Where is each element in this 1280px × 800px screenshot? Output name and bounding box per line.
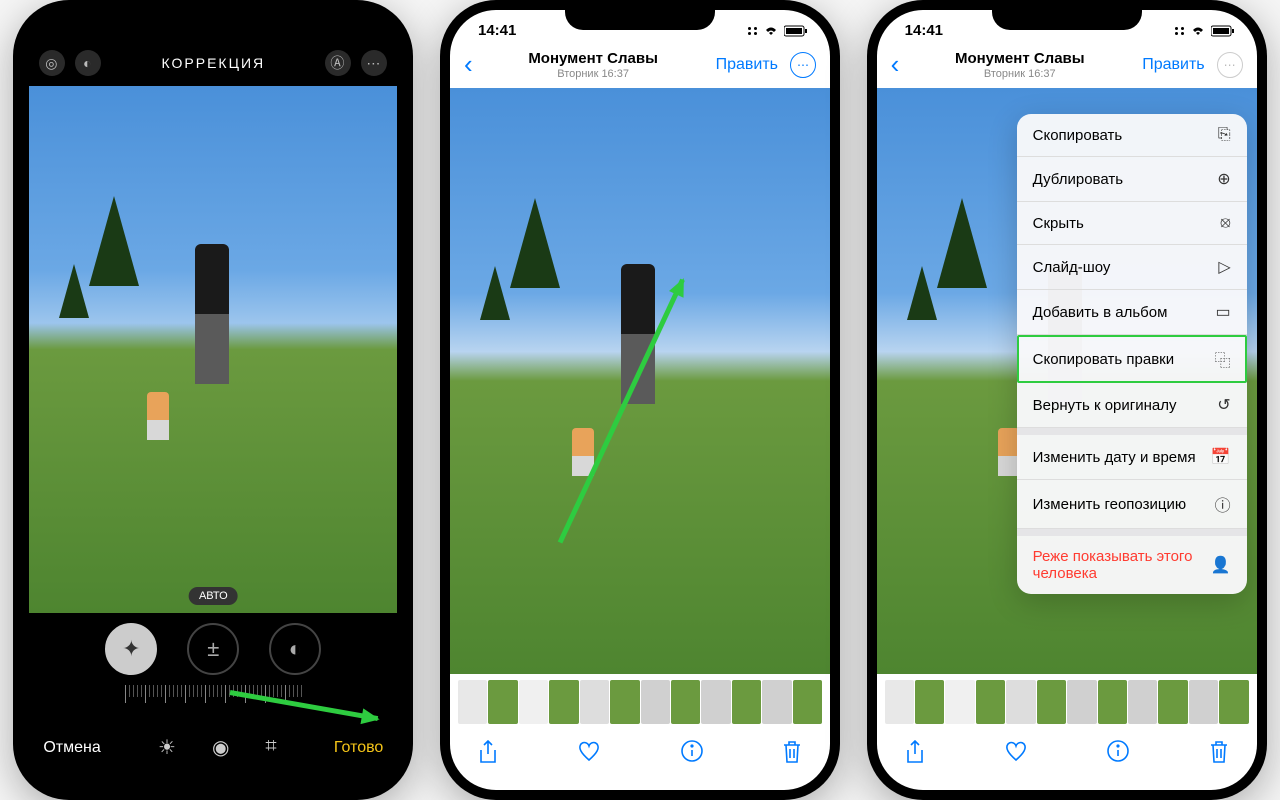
delete-icon[interactable] [1209, 740, 1229, 764]
more-icon[interactable]: ⋯ [361, 50, 387, 76]
copy-edits-icon: ⿻ [1215, 347, 1231, 371]
exposure-button[interactable]: ± [187, 623, 239, 675]
motion-icon[interactable]: ◐ [75, 50, 101, 76]
phone-viewer: 14:41 ‹ Монумент Славы Вторник 16:37 Пра… [440, 0, 840, 800]
share-icon[interactable] [905, 740, 925, 764]
auto-badge: АВТО [189, 587, 238, 605]
back-button[interactable]: ‹ [460, 49, 477, 80]
context-menu: Скопировать⎘ Дублировать⊕ Скрыть⦻ Слайд-… [1017, 114, 1247, 594]
status-time: 14:41 [905, 22, 943, 39]
menu-revert[interactable]: Вернуть к оригиналу↺ [1017, 383, 1247, 428]
filters-tab-icon[interactable]: ◉ [212, 735, 229, 760]
done-button[interactable]: Готово [334, 739, 383, 757]
menu-add-album[interactable]: Добавить в альбом▭ [1017, 290, 1247, 335]
editor-title: КОРРЕКЦИЯ [101, 55, 325, 71]
markup-icon[interactable]: Ⓐ [325, 50, 351, 76]
status-icons [1175, 25, 1235, 37]
info-icon[interactable] [681, 740, 703, 764]
phone-menu: 14:41 ‹ Монумент Славы Вторник 16:37 Пра… [867, 0, 1267, 800]
delete-icon[interactable] [782, 740, 802, 764]
menu-copy[interactable]: Скопировать⎘ [1017, 114, 1247, 157]
thumbnail-strip[interactable] [877, 674, 1257, 730]
info-icon: ⓘ [1215, 492, 1231, 516]
share-icon[interactable] [478, 740, 498, 764]
live-photo-icon[interactable]: ◎ [39, 50, 65, 76]
menu-hide[interactable]: Скрыть⦻ [1017, 202, 1247, 245]
edit-button[interactable]: Править [710, 56, 784, 74]
calendar-icon: 📅 [1211, 447, 1231, 467]
brilliance-button[interactable]: ◐ [269, 623, 321, 675]
crop-tab-icon[interactable]: ⌗ [265, 735, 276, 760]
status-time: 14:41 [478, 22, 516, 39]
copy-icon: ⎘ [1218, 126, 1231, 144]
more-button[interactable]: ⋯ [790, 52, 816, 78]
photo-view[interactable] [450, 88, 830, 674]
duplicate-icon: ⊕ [1217, 169, 1230, 189]
person-icon: 👤 [1211, 555, 1231, 575]
revert-icon: ↺ [1217, 395, 1230, 415]
info-icon[interactable] [1107, 740, 1129, 764]
photo-preview[interactable]: АВТО [29, 86, 397, 613]
thumbnail-strip[interactable] [450, 674, 830, 730]
play-icon: ▷ [1218, 257, 1230, 277]
menu-duplicate[interactable]: Дублировать⊕ [1017, 157, 1247, 202]
photo-title: Монумент Славы [477, 50, 710, 67]
status-icons [748, 25, 808, 37]
menu-hide-person[interactable]: Реже показывать этого человека👤 [1017, 529, 1247, 594]
menu-slideshow[interactable]: Слайд-шоу▷ [1017, 245, 1247, 290]
more-button[interactable]: ⋯ [1217, 52, 1243, 78]
menu-change-date[interactable]: Изменить дату и время📅 [1017, 428, 1247, 480]
favorite-icon[interactable] [577, 740, 601, 764]
album-icon: ▭ [1216, 302, 1231, 322]
menu-copy-edits[interactable]: Скопировать правки⿻ [1017, 335, 1247, 383]
photo-subtitle: Вторник 16:37 [477, 68, 710, 80]
adjust-tab-icon[interactable]: ☀ [158, 735, 176, 760]
edit-button[interactable]: Править [1136, 56, 1210, 74]
photo-title: Монумент Славы [903, 50, 1136, 67]
auto-enhance-button[interactable]: ✦ [105, 623, 157, 675]
adjustment-slider[interactable] [23, 675, 403, 725]
cancel-button[interactable]: Отмена [43, 739, 100, 757]
photo-subtitle: Вторник 16:37 [903, 68, 1136, 80]
phone-editor: ◎ ◐ КОРРЕКЦИЯ Ⓐ ⋯ АВТО ✦ ± ◐ [13, 0, 413, 800]
favorite-icon[interactable] [1004, 740, 1028, 764]
menu-change-geo[interactable]: Изменить геопозициюⓘ [1017, 480, 1247, 529]
hide-icon: ⦻ [1220, 214, 1231, 232]
back-button[interactable]: ‹ [887, 49, 904, 80]
